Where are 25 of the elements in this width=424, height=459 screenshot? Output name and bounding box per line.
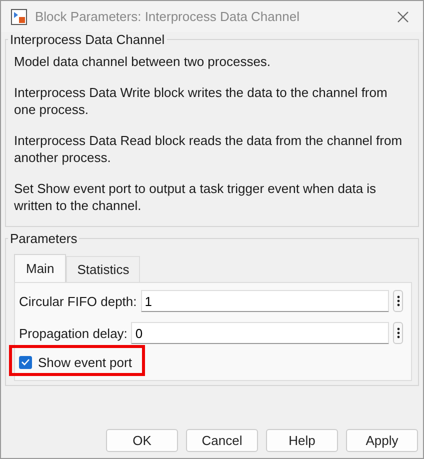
description-text: Interprocess Data Read block reads the data from the channel from another process. xyxy=(14,132,404,166)
input-field[interactable]: 1 xyxy=(140,290,389,312)
ellipsis-icon xyxy=(396,295,400,307)
input-field[interactable]: 0 xyxy=(131,322,389,344)
dialog-button[interactable]: Apply xyxy=(346,429,418,452)
ellipsis-icon xyxy=(396,327,400,339)
close-icon[interactable] xyxy=(397,10,409,22)
more-options-button[interactable] xyxy=(393,322,403,344)
dialog-button[interactable]: Cancel xyxy=(186,429,258,452)
dialog-button[interactable]: OK xyxy=(106,429,178,452)
group-title: Interprocess Data Channel xyxy=(9,32,166,47)
checkbox[interactable] xyxy=(19,356,32,368)
tab[interactable]: Statistics xyxy=(66,256,140,282)
group-title: Parameters xyxy=(9,231,78,246)
description-text: Interprocess Data Write block writes the data to the channel from one process. xyxy=(14,84,388,118)
window-title: Block Parameters: Interprocess Data Channel xyxy=(35,9,300,24)
dialog-button[interactable]: Help xyxy=(266,429,338,452)
tab[interactable]: Main xyxy=(14,254,66,282)
block-icon xyxy=(11,8,27,24)
field-label: Circular FIFO depth: xyxy=(19,294,137,308)
more-options-button[interactable] xyxy=(393,290,403,312)
checkbox-label: Show event port xyxy=(38,354,132,370)
field-label: Propagation delay: xyxy=(19,326,128,340)
description-text: Model data channel between two processes. xyxy=(14,53,272,70)
description-text: Set Show event port to output a task trigger event when data is written to the channel. xyxy=(14,180,378,214)
